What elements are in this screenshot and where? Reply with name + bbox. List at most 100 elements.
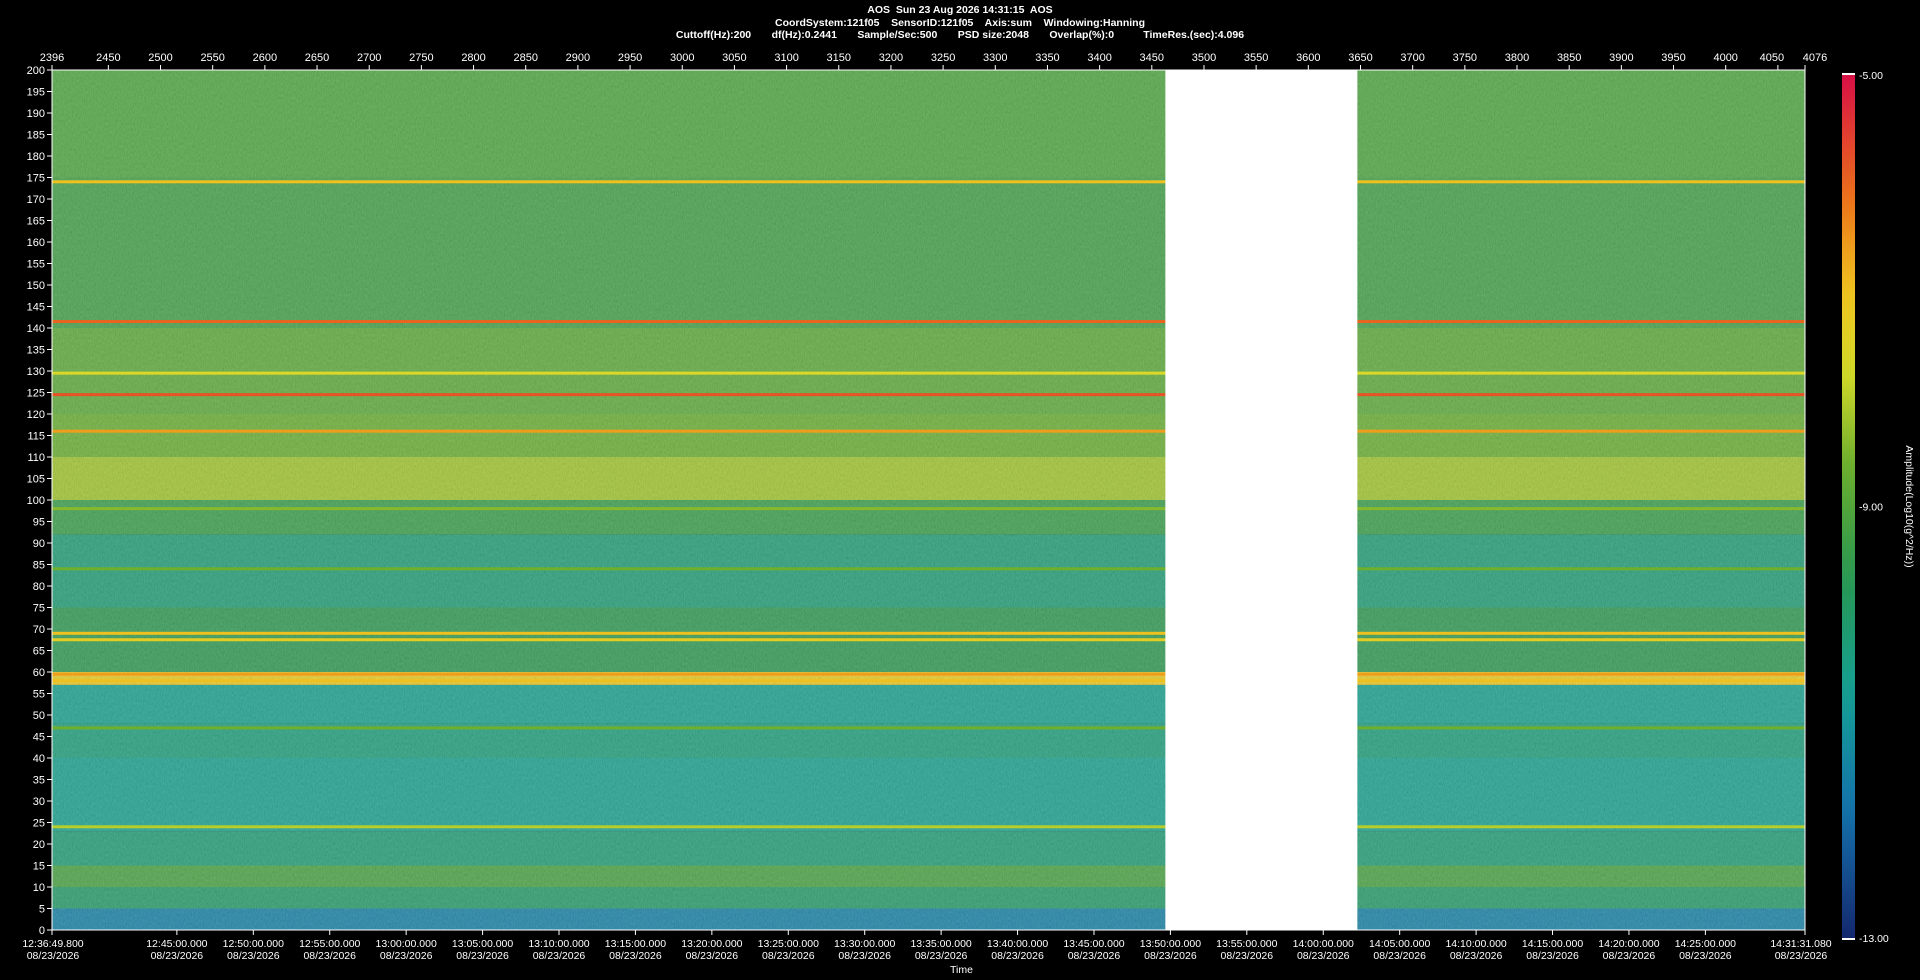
top-tick-label: 2800 bbox=[461, 52, 485, 64]
time-tick-label: 12:45:00.000 bbox=[146, 938, 207, 950]
y-tick-label: 75 bbox=[33, 603, 45, 615]
y-tick-label: 30 bbox=[33, 796, 45, 808]
colorbar-label: Amplitude(Log10(g^2/Hz)) bbox=[1903, 445, 1915, 567]
y-tick-label: 115 bbox=[27, 431, 45, 443]
peak-line-98hz bbox=[52, 507, 1805, 511]
y-tick-label: 65 bbox=[33, 646, 45, 658]
top-tick-label: 3900 bbox=[1609, 52, 1633, 64]
colorbar-bar bbox=[1842, 75, 1855, 938]
peak-line-24hz bbox=[52, 825, 1805, 829]
time-tick-label: 13:15:00.000 bbox=[605, 938, 666, 950]
top-tick-label: 4000 bbox=[1713, 52, 1737, 64]
y-tick-label: 55 bbox=[33, 689, 45, 701]
top-tick-label: 3750 bbox=[1453, 52, 1477, 64]
top-tick-label: 2700 bbox=[357, 52, 381, 64]
time-tick-label: 13:50:00.000 bbox=[1140, 938, 1201, 950]
top-tick-label: 3300 bbox=[983, 52, 1007, 64]
y-tick-label: 5 bbox=[39, 904, 45, 916]
time-tick-date: 08/23/2026 bbox=[1450, 950, 1503, 962]
top-tick-label: 3650 bbox=[1348, 52, 1372, 64]
peak-line-84hz bbox=[52, 567, 1805, 571]
spectrogram-chart[interactable]: 2001951901851801751701651601551501451401… bbox=[0, 0, 1920, 980]
time-tick-date: 08/23/2026 bbox=[686, 950, 739, 962]
peak-line-124.5hz bbox=[52, 393, 1805, 397]
time-tick-label: 13:20:00.000 bbox=[681, 938, 742, 950]
y-tick-label: 110 bbox=[27, 452, 45, 464]
top-tick-label: 3000 bbox=[670, 52, 694, 64]
time-tick-date: 08/23/2026 bbox=[1679, 950, 1732, 962]
y-tick-label: 40 bbox=[33, 753, 45, 765]
y-tick-label: 85 bbox=[33, 560, 45, 572]
y-tick-label: 175 bbox=[27, 173, 45, 185]
time-tick-date: 08/23/2026 bbox=[838, 950, 891, 962]
colorbar-bottom-cap bbox=[1842, 938, 1855, 940]
time-tick-label: 13:10:00.000 bbox=[528, 938, 589, 950]
time-tick-date: 08/23/2026 bbox=[1603, 950, 1656, 962]
time-tick-label: 13:05:00.000 bbox=[452, 938, 513, 950]
top-tick-label: 4076 bbox=[1803, 52, 1827, 64]
top-tick-label: 2550 bbox=[200, 52, 224, 64]
y-tick-label: 15 bbox=[33, 861, 45, 873]
colorbar-top-cap bbox=[1842, 73, 1855, 75]
y-tick-label: 10 bbox=[33, 882, 45, 894]
top-tick-label: 3150 bbox=[827, 52, 851, 64]
time-tick-date: 08/23/2026 bbox=[303, 950, 356, 962]
top-tick-label: 2600 bbox=[253, 52, 277, 64]
time-tick-date: 08/23/2026 bbox=[27, 950, 80, 962]
y-tick-label: 50 bbox=[33, 710, 45, 722]
y-tick-label: 105 bbox=[27, 474, 45, 486]
peak-line-59.5hz bbox=[52, 672, 1805, 676]
time-tick-date: 08/23/2026 bbox=[1775, 950, 1828, 962]
y-tick-label: 195 bbox=[27, 87, 45, 99]
time-tick-label: 14:20:00.000 bbox=[1598, 938, 1659, 950]
top-tick-label: 3200 bbox=[879, 52, 903, 64]
time-tick-label: 13:35:00.000 bbox=[910, 938, 971, 950]
top-tick-label: 2396 bbox=[40, 52, 64, 64]
colorbar-tick-label: -5.00 bbox=[1859, 70, 1883, 82]
top-tick-label: 3350 bbox=[1035, 52, 1059, 64]
time-tick-date: 08/23/2026 bbox=[1373, 950, 1426, 962]
top-tick-label: 3100 bbox=[774, 52, 798, 64]
plot-area bbox=[52, 70, 1805, 930]
y-tick-label: 125 bbox=[27, 388, 45, 400]
top-tick-label: 3850 bbox=[1557, 52, 1581, 64]
y-tick-label: 20 bbox=[33, 839, 45, 851]
top-tick-label: 3950 bbox=[1661, 52, 1685, 64]
y-tick-label: 60 bbox=[33, 667, 45, 679]
peak-line-69hz bbox=[52, 631, 1805, 635]
top-tick-label: 3500 bbox=[1192, 52, 1216, 64]
peak-line-141.5hz bbox=[52, 320, 1805, 324]
y-tick-label: 160 bbox=[27, 237, 45, 249]
spectrogram-noise bbox=[52, 70, 1805, 930]
time-tick-date: 08/23/2026 bbox=[380, 950, 433, 962]
time-tick-label: 14:31:31.080 bbox=[1770, 938, 1831, 950]
time-tick-date: 08/23/2026 bbox=[1297, 950, 1350, 962]
top-tick-label: 4050 bbox=[1760, 52, 1784, 64]
y-tick-label: 80 bbox=[33, 581, 45, 593]
time-tick-date: 08/23/2026 bbox=[1221, 950, 1274, 962]
time-tick-label: 12:36:49.800 bbox=[22, 938, 83, 950]
time-tick-date: 08/23/2026 bbox=[151, 950, 204, 962]
peak-line-116hz bbox=[52, 429, 1805, 433]
y-tick-label: 35 bbox=[33, 775, 45, 787]
top-tick-label: 2750 bbox=[409, 52, 433, 64]
time-tick-label: 13:25:00.000 bbox=[758, 938, 819, 950]
y-tick-label: 155 bbox=[27, 259, 45, 271]
y-tick-label: 200 bbox=[27, 65, 45, 77]
y-tick-label: 90 bbox=[33, 538, 45, 550]
y-tick-label: 25 bbox=[33, 818, 45, 830]
top-tick-label: 3550 bbox=[1244, 52, 1268, 64]
top-tick-label: 2900 bbox=[566, 52, 590, 64]
time-tick-label: 14:10:00.000 bbox=[1445, 938, 1506, 950]
time-tick-label: 13:30:00.000 bbox=[834, 938, 895, 950]
time-tick-date: 08/23/2026 bbox=[227, 950, 280, 962]
time-tick-label: 12:55:00.000 bbox=[299, 938, 360, 950]
time-tick-label: 12:50:00.000 bbox=[223, 938, 284, 950]
top-tick-label: 3450 bbox=[1140, 52, 1164, 64]
time-tick-date: 08/23/2026 bbox=[1068, 950, 1121, 962]
top-tick-label: 2650 bbox=[305, 52, 329, 64]
time-tick-date: 08/23/2026 bbox=[915, 950, 968, 962]
y-tick-label: 0 bbox=[39, 925, 45, 937]
top-tick-label: 2950 bbox=[618, 52, 642, 64]
colorbar-tick-label: -9.00 bbox=[1859, 502, 1883, 514]
